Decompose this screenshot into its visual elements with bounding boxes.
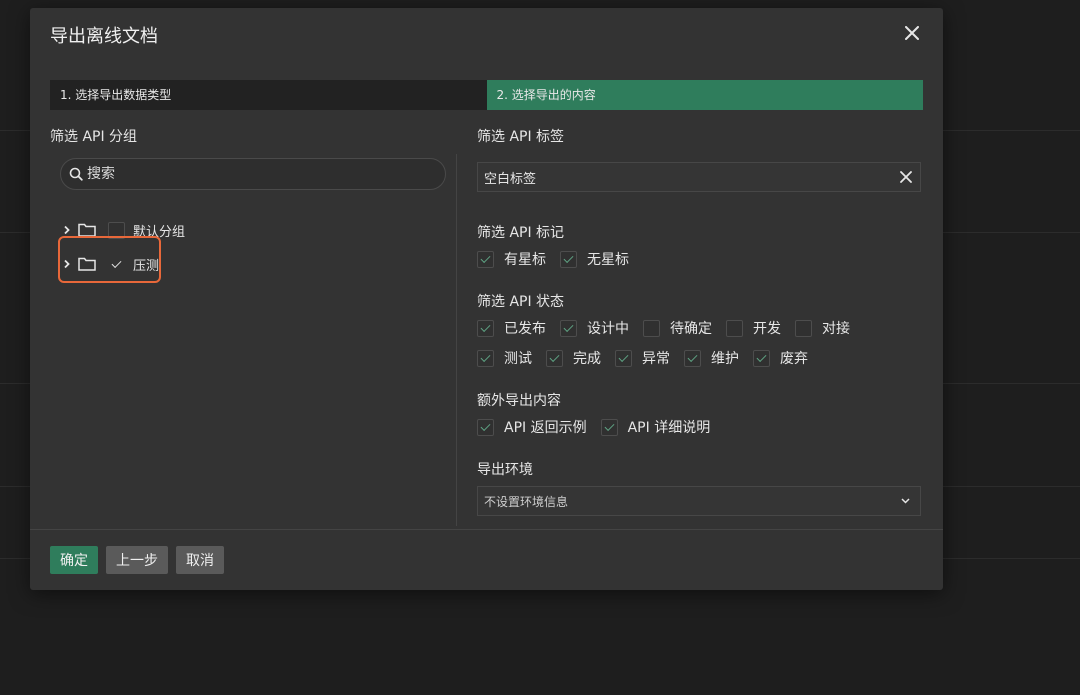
status-options-row-1: 已发布 设计中 待确定 开发 对接 <box>477 318 850 338</box>
api-group-panel: 筛选 API 分组 默认分组 压 <box>50 126 455 274</box>
close-icon <box>905 26 919 40</box>
checkbox-testing[interactable]: 测试 <box>477 348 532 368</box>
checkbox-unstarred[interactable]: 无星标 <box>560 249 629 269</box>
checkbox-box[interactable] <box>560 250 577 268</box>
chevron-right-icon[interactable] <box>62 225 72 235</box>
checkbox-box[interactable] <box>753 349 770 367</box>
checkbox-deprecated[interactable]: 废弃 <box>753 348 808 368</box>
checkbox-box[interactable] <box>615 349 632 367</box>
checkbox-label: 已发布 <box>504 321 546 337</box>
group-search-box[interactable] <box>60 158 446 190</box>
close-button[interactable] <box>901 22 923 44</box>
checkbox-label: 维护 <box>711 351 739 367</box>
status-filter-label: 筛选 API 状态 <box>477 294 565 310</box>
group-filter-label: 筛选 API 分组 <box>50 129 138 145</box>
checkbox-box[interactable] <box>477 319 494 337</box>
step-1[interactable]: 1. 选择导出数据类型 <box>50 80 487 110</box>
checkbox-box[interactable] <box>477 349 494 367</box>
extra-export-label: 额外导出内容 <box>477 393 561 409</box>
env-label: 导出环境 <box>477 462 533 478</box>
footer-divider <box>30 529 943 530</box>
checkbox-label: 开发 <box>753 321 781 337</box>
checkbox-starred[interactable]: 有星标 <box>477 249 546 269</box>
export-offline-doc-dialog: 导出离线文档 1. 选择导出数据类型 2. 选择导出的内容 筛选 API 分组 <box>30 8 943 590</box>
column-divider <box>456 154 457 526</box>
previous-step-button[interactable]: 上一步 <box>106 546 168 574</box>
step-indicator: 1. 选择导出数据类型 2. 选择导出的内容 <box>50 80 923 110</box>
confirm-button[interactable]: 确定 <box>50 546 98 574</box>
checkbox-label: 完成 <box>573 351 601 367</box>
checkbox-label: API 返回示例 <box>504 420 587 436</box>
checkbox-box[interactable] <box>477 250 494 268</box>
clear-icon[interactable] <box>900 171 912 183</box>
checkbox-box[interactable] <box>546 349 563 367</box>
checkbox-released[interactable]: 已发布 <box>477 318 546 338</box>
checkbox-maintenance[interactable]: 维护 <box>684 348 739 368</box>
checkbox-designing[interactable]: 设计中 <box>560 318 629 338</box>
checkbox-developing[interactable]: 开发 <box>726 318 781 338</box>
checkbox-box[interactable] <box>726 319 743 337</box>
checkbox-box[interactable] <box>684 349 701 367</box>
tag-filter-label: 筛选 API 标签 <box>477 129 565 145</box>
checkbox-integrating[interactable]: 对接 <box>795 318 850 338</box>
dialog-footer: 确定 上一步 取消 <box>50 546 224 574</box>
highlight-annotation <box>58 236 161 283</box>
mark-filter-label: 筛选 API 标记 <box>477 225 565 241</box>
checkbox-label: 异常 <box>642 351 670 367</box>
dialog-title: 导出离线文档 <box>50 26 158 47</box>
checkbox-box[interactable] <box>643 319 660 337</box>
tag-chip: 空白标签 <box>484 171 537 187</box>
checkbox-pending[interactable]: 待确定 <box>643 318 712 338</box>
mark-options: 有星标 无星标 <box>477 249 629 269</box>
checkbox-label: 测试 <box>504 351 532 367</box>
search-input[interactable] <box>87 166 427 182</box>
checkbox-label: 对接 <box>822 321 850 337</box>
step-2[interactable]: 2. 选择导出的内容 <box>486 80 923 110</box>
checkbox-response-example[interactable]: API 返回示例 <box>477 417 587 437</box>
env-select-value: 不设置环境信息 <box>484 494 569 509</box>
checkbox-box[interactable] <box>600 418 618 436</box>
checkbox-label: API 详细说明 <box>627 420 711 436</box>
checkbox-box[interactable] <box>477 418 494 436</box>
checkbox-label: 废弃 <box>780 351 808 367</box>
checkbox-box[interactable] <box>795 319 812 337</box>
checkbox-api-details[interactable]: API 详细说明 <box>600 417 711 437</box>
checkbox-label: 有星标 <box>504 252 546 268</box>
env-select[interactable]: 不设置环境信息 <box>477 486 921 516</box>
chevron-down-icon <box>901 498 910 504</box>
checkbox-abnormal[interactable]: 异常 <box>615 348 670 368</box>
checkbox-box[interactable] <box>560 319 577 337</box>
tag-select[interactable]: 空白标签 <box>477 162 921 192</box>
cancel-button[interactable]: 取消 <box>176 546 224 574</box>
checkbox-label: 待确定 <box>670 321 712 337</box>
folder-icon <box>78 223 96 237</box>
checkbox-label: 无星标 <box>587 252 629 268</box>
status-options-row-2: 测试 完成 异常 维护 废弃 <box>477 348 808 368</box>
checkbox-completed[interactable]: 完成 <box>546 348 601 368</box>
checkbox-label: 设计中 <box>587 321 629 337</box>
search-icon <box>69 167 83 181</box>
extra-options: API 返回示例 API 详细说明 <box>477 417 710 437</box>
